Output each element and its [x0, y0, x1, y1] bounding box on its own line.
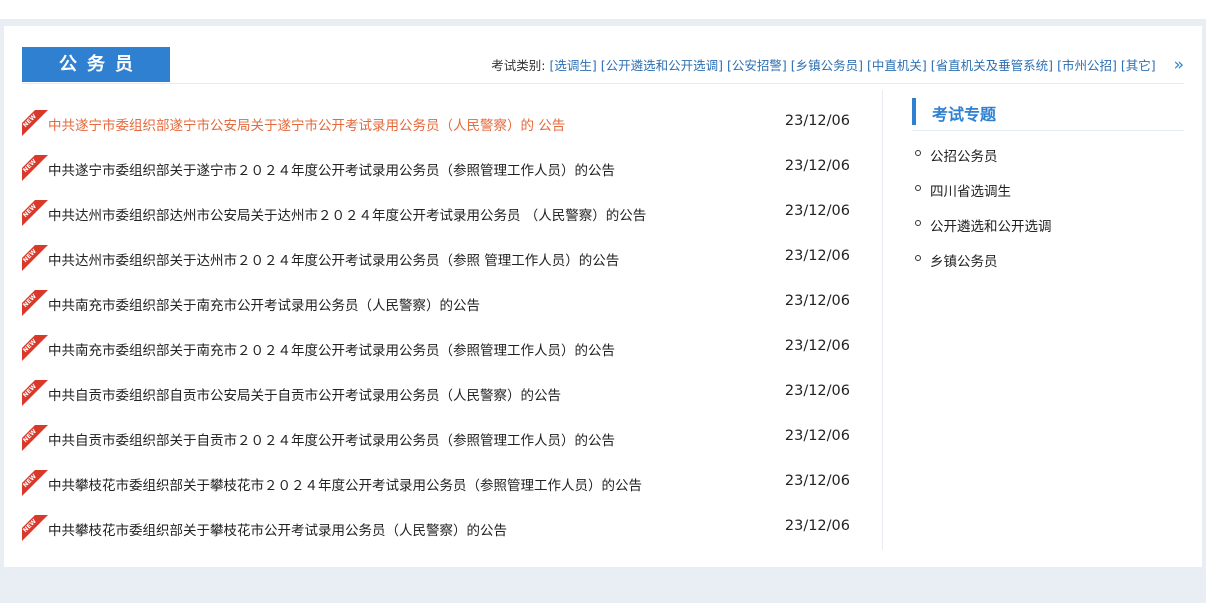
filter-link-shengzhi[interactable]: [省直机关及垂管系统]: [931, 55, 1053, 74]
news-row: NEW 中共达州市委组织部关于达州市２０２４年度公开考试录用公务员（参照 管理工作…: [22, 237, 864, 282]
news-row: NEW 中共南充市委组织部关于南充市公开考试录用公务员（人民警察）的公告 23/12…: [22, 282, 864, 327]
news-date: 23/12/06: [784, 248, 850, 264]
more-arrow-icon[interactable]: »: [1174, 55, 1184, 75]
exam-topics-sidebar: 考试专题 公招公务员 四川省选调生 公开遴选和公开选调 乡镇公务员: [912, 96, 1184, 285]
filter-link-gongkai-linxuan[interactable]: [公开遴选和公开选调]: [601, 55, 723, 74]
sidebar-accent-bar: [912, 98, 916, 125]
news-date: 23/12/06: [784, 113, 850, 129]
exam-category-filters: 考试类别: [选调生] [公开遴选和公开选调] [公安招警] [乡镇公务员] […: [491, 47, 1184, 82]
news-list: NEW 中共遂宁市委组织部遂宁市公安局关于遂宁市公开考试录用公务员（人民警察）的 …: [22, 102, 864, 552]
filter-label: 考试类别:: [491, 58, 546, 73]
sidebar-list: 公招公务员 四川省选调生 公开遴选和公开选调 乡镇公务员: [912, 145, 1184, 285]
news-date: 23/12/06: [784, 158, 850, 174]
bullet-icon: [915, 220, 921, 226]
news-row: NEW 中共攀枝花市委组织部关于攀枝花市２０２４年度公开考试录用公务员（参照管理工…: [22, 462, 864, 507]
bullet-icon: [915, 255, 921, 261]
filter-link-gongan-zhaojing[interactable]: [公安招警]: [727, 55, 787, 74]
news-date: 23/12/06: [784, 518, 850, 534]
sidebar-title: 考试专题: [932, 105, 997, 124]
sidebar-item-label: 四川省选调生: [930, 184, 1011, 200]
news-title-link[interactable]: 中共达州市委组织部达州市公安局关于达州市２０２４年度公开考试录用公务员 （人民警…: [48, 204, 646, 224]
filter-link-shizhou[interactable]: [市州公招]: [1057, 55, 1117, 74]
filter-link-qita[interactable]: [其它]: [1121, 55, 1156, 74]
news-row: NEW 中共自贡市委组织部关于自贡市２０２４年度公开考试录用公务员（参照管理工作人…: [22, 417, 864, 462]
news-title-link[interactable]: 中共遂宁市委组织部关于遂宁市２０２４年度公开考试录用公务员（参照管理工作人员）的…: [48, 159, 615, 179]
sidebar-item-gongzhao[interactable]: 公招公务员: [912, 145, 1184, 180]
news-row: NEW 中共遂宁市委组织部遂宁市公安局关于遂宁市公开考试录用公务员（人民警察）的 …: [22, 102, 864, 147]
sidebar-item-xiangzhen[interactable]: 乡镇公务员: [912, 250, 1184, 285]
news-row: NEW 中共南充市委组织部关于南充市２０２４年度公开考试录用公务员（参照管理工作人…: [22, 327, 864, 372]
filter-link-xuandiaosheng[interactable]: [选调生]: [549, 55, 596, 74]
news-title-link[interactable]: 中共攀枝花市委组织部关于攀枝花市２０２４年度公开考试录用公务员（参照管理工作人员…: [48, 474, 642, 494]
news-date: 23/12/06: [784, 428, 850, 444]
bullet-icon: [915, 150, 921, 156]
news-title-link[interactable]: 中共自贡市委组织部自贡市公安局关于自贡市公开考试录用公务员（人民警察）的公告: [48, 384, 561, 404]
top-strip: [0, 0, 1206, 19]
sidebar-item-label: 公招公务员: [930, 149, 998, 165]
news-title-link[interactable]: 中共南充市委组织部关于南充市公开考试录用公务员（人民警察）的公告: [48, 294, 480, 314]
news-date: 23/12/06: [784, 338, 850, 354]
news-date: 23/12/06: [784, 293, 850, 309]
news-title-link[interactable]: 中共遂宁市委组织部遂宁市公安局关于遂宁市公开考试录用公务员（人民警察）的 公告: [48, 114, 565, 134]
sidebar-item-linxuan[interactable]: 公开遴选和公开选调: [912, 215, 1184, 250]
news-row: NEW 中共达州市委组织部达州市公安局关于达州市２０２４年度公开考试录用公务员 （…: [22, 192, 864, 237]
news-date: 23/12/06: [784, 203, 850, 219]
section-title: 公务员: [22, 47, 170, 82]
news-row: NEW 中共遂宁市委组织部关于遂宁市２０２４年度公开考试录用公务员（参照管理工作人…: [22, 147, 864, 192]
news-title-link[interactable]: 中共自贡市委组织部关于自贡市２０２４年度公开考试录用公务员（参照管理工作人员）的…: [48, 429, 615, 449]
column-divider: [882, 90, 883, 550]
news-date: 23/12/06: [784, 473, 850, 489]
civil-servant-panel: 公务员 考试类别: [选调生] [公开遴选和公开选调] [公安招警] [乡镇公务…: [4, 26, 1202, 567]
news-row: NEW 中共自贡市委组织部自贡市公安局关于自贡市公开考试录用公务员（人民警察）的公…: [22, 372, 864, 417]
bullet-icon: [915, 185, 921, 191]
filter-link-zhongzhi[interactable]: [中直机关]: [867, 55, 927, 74]
news-title-link[interactable]: 中共南充市委组织部关于南充市２０２４年度公开考试录用公务员（参照管理工作人员）的…: [48, 339, 615, 359]
sidebar-header: 考试专题: [912, 96, 1184, 131]
news-title-link[interactable]: 中共达州市委组织部关于达州市２０２４年度公开考试录用公务员（参照 管理工作人员）…: [48, 249, 619, 269]
news-title-link[interactable]: 中共攀枝花市委组织部关于攀枝花市公开考试录用公务员（人民警察）的公告: [48, 519, 507, 539]
filter-link-xiangzhen[interactable]: [乡镇公务员]: [791, 55, 863, 74]
sidebar-item-xuandiaosheng[interactable]: 四川省选调生: [912, 180, 1184, 215]
section-header: 公务员 考试类别: [选调生] [公开遴选和公开选调] [公安招警] [乡镇公务…: [22, 47, 1184, 84]
news-row: NEW 中共攀枝花市委组织部关于攀枝花市公开考试录用公务员（人民警察）的公告 23/…: [22, 507, 864, 552]
news-date: 23/12/06: [784, 383, 850, 399]
sidebar-item-label: 公开遴选和公开选调: [930, 219, 1052, 235]
sidebar-item-label: 乡镇公务员: [930, 254, 998, 270]
